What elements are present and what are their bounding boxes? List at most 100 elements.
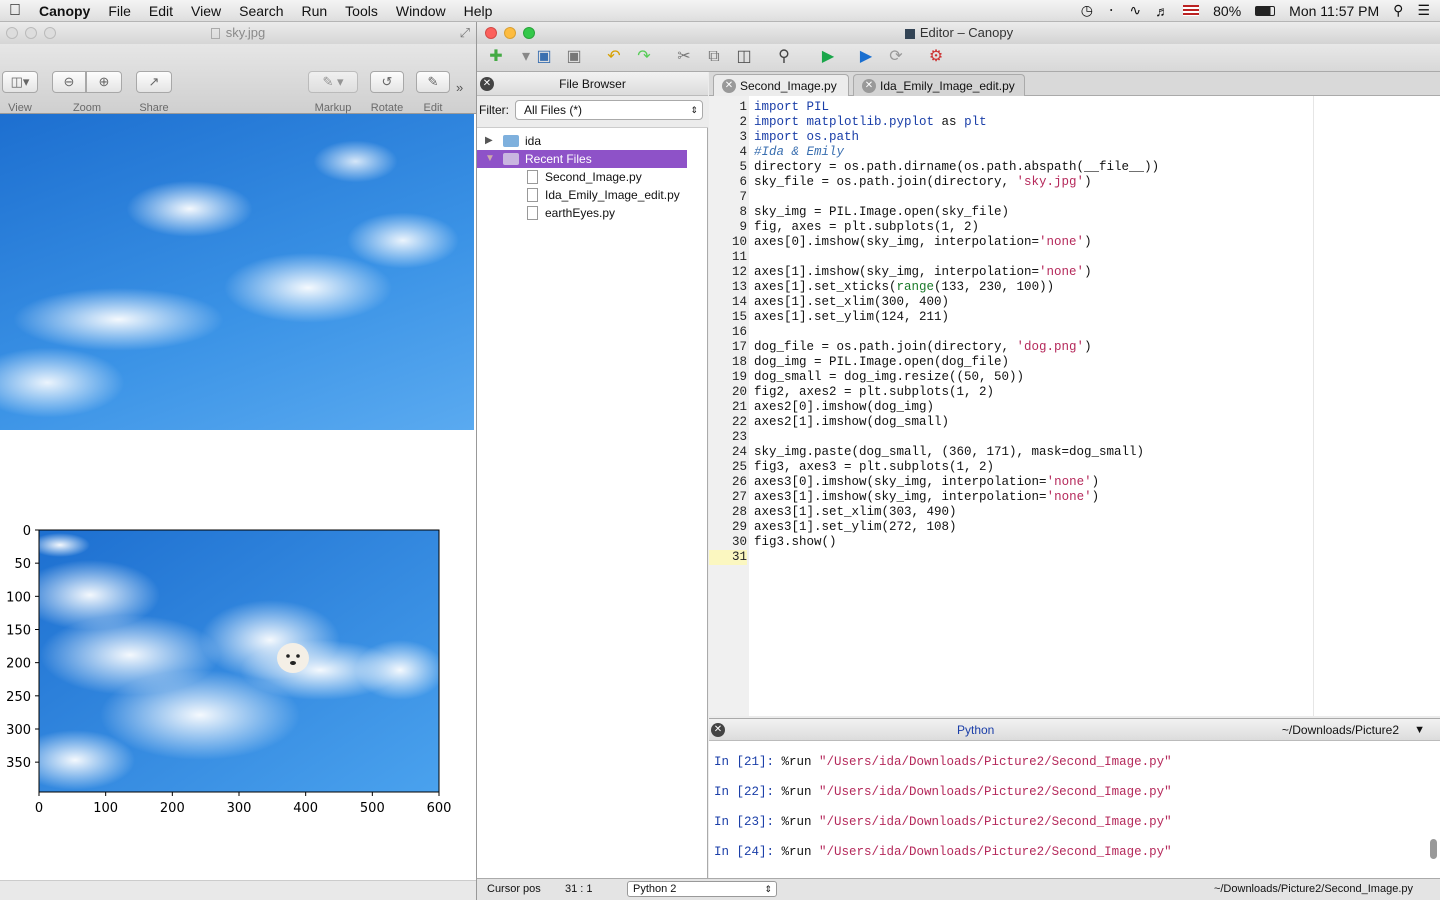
overflow-chevron-icon[interactable]: » — [456, 80, 463, 95]
menu-tools[interactable]: Tools — [336, 0, 387, 22]
tab-second-image[interactable]: ✕ Second_Image.py — [713, 74, 849, 96]
close-button[interactable] — [6, 27, 18, 39]
bluetooth-icon[interactable]: ᛫ — [1107, 3, 1115, 19]
debug-icon[interactable]: ⟳ — [885, 46, 907, 68]
volume-icon[interactable]: ♬ — [1155, 3, 1169, 19]
code-line[interactable]: #Ida & Emily — [754, 145, 844, 160]
code-line[interactable]: import os.path — [754, 130, 859, 145]
menu-file[interactable]: File — [99, 0, 140, 22]
zoom-out-button[interactable]: ⊖ — [52, 71, 86, 93]
console-line[interactable]: In [24]: %run "/Users/ida/Downloads/Pict… — [714, 845, 1172, 859]
paste-icon[interactable]: ◫ — [733, 46, 755, 68]
battery-percent[interactable]: 80% — [1213, 3, 1241, 19]
run-selection-icon[interactable]: ▶ — [855, 46, 877, 68]
share-button[interactable]: ↗ — [136, 71, 172, 93]
package-manager-icon[interactable]: ⚙ — [925, 46, 947, 68]
flag-icon[interactable] — [1183, 5, 1200, 16]
code-line[interactable]: axes[1].set_xlim(300, 400) — [754, 295, 949, 310]
code-line[interactable]: sky_img.paste(dog_small, (360, 171), mas… — [754, 445, 1144, 460]
tree-folder-ida[interactable]: ▶ ida — [477, 132, 708, 150]
tree-file[interactable]: earthEyes.py — [477, 204, 708, 222]
code-line[interactable]: dog_file = os.path.join(directory, 'dog.… — [754, 340, 1092, 355]
notification-center-icon[interactable]: ☰ — [1417, 2, 1430, 19]
battery-icon[interactable] — [1255, 5, 1276, 16]
code-line[interactable]: axes[1].imshow(sky_img, interpolation='n… — [754, 265, 1092, 280]
menu-view[interactable]: View — [182, 0, 230, 22]
code-line[interactable]: directory = os.path.dirname(os.path.absp… — [754, 160, 1159, 175]
markup-button[interactable]: ✎ ▾ — [308, 71, 358, 93]
code-line[interactable]: axes[0].imshow(sky_img, interpolation='n… — [754, 235, 1092, 250]
clock[interactable]: Mon 11:57 PM — [1289, 3, 1379, 19]
code-line[interactable]: import PIL — [754, 100, 829, 115]
save-icon[interactable]: ▣ — [533, 46, 555, 68]
filter-select[interactable]: All Files (*) ⇕ — [515, 100, 703, 120]
menu-run[interactable]: Run — [292, 0, 336, 22]
zoom-button[interactable] — [44, 27, 56, 39]
code-line[interactable]: axes2[0].imshow(dog_img) — [754, 400, 934, 415]
new-file-icon[interactable]: ✚ — [485, 46, 507, 68]
preview-titlebar: sky.jpg ⤢ — [0, 22, 476, 44]
find-icon[interactable]: ⚲ — [773, 46, 795, 68]
view-button[interactable]: ◫▾ — [2, 71, 38, 93]
code-line[interactable]: fig, axes = plt.subplots(1, 2) — [754, 220, 979, 235]
code-line[interactable]: dog_img = PIL.Image.open(dog_file) — [754, 355, 1009, 370]
code-line[interactable]: axes3[1].set_ylim(272, 108) — [754, 520, 957, 535]
tree-recent-files[interactable]: ▼ Recent Files — [477, 150, 687, 168]
disclosure-triangle-icon[interactable]: ▶ — [485, 132, 493, 150]
menu-window[interactable]: Window — [387, 0, 455, 22]
run-icon[interactable]: ▶ — [817, 46, 839, 68]
zoom-in-button[interactable]: ⊕ — [86, 71, 122, 93]
code-line[interactable]: axes3[0].imshow(sky_img, interpolation='… — [754, 475, 1099, 490]
interpreter-select[interactable]: Python 2 ⇕ — [627, 881, 777, 897]
close-panel-icon[interactable]: ✕ — [480, 77, 494, 91]
console-scrollbar[interactable] — [1430, 839, 1437, 859]
redo-icon[interactable]: ↷ — [633, 46, 655, 68]
x-tick-label: 200 — [160, 801, 185, 816]
console-line[interactable]: In [22]: %run "/Users/ida/Downloads/Pict… — [714, 785, 1172, 799]
chevron-down-icon[interactable]: ▼ — [1414, 719, 1425, 741]
menu-help[interactable]: Help — [455, 0, 502, 22]
code-line[interactable]: dog_small = dog_img.resize((50, 50)) — [754, 370, 1024, 385]
code-line[interactable]: axes[1].set_ylim(124, 211) — [754, 310, 949, 325]
menu-search[interactable]: Search — [230, 0, 292, 22]
rotate-button[interactable]: ↺ — [370, 71, 404, 93]
code-line[interactable]: axes[1].set_xticks(range(133, 230, 100)) — [754, 280, 1054, 295]
code-line[interactable]: axes3[1].set_xlim(303, 490) — [754, 505, 957, 520]
tab-ida-emily[interactable]: ✕ Ida_Emily_Image_edit.py — [853, 74, 1025, 96]
apple-menu-icon[interactable]:  — [0, 0, 30, 22]
close-tab-icon[interactable]: ✕ — [862, 79, 876, 93]
time-machine-icon[interactable]: ◷ — [1081, 2, 1093, 19]
tree-file[interactable]: Second_Image.py — [477, 168, 708, 186]
code-line[interactable]: fig3, axes3 = plt.subplots(1, 2) — [754, 460, 994, 475]
tree-file[interactable]: Ida_Emily_Image_edit.py — [477, 186, 708, 204]
close-panel-icon[interactable]: ✕ — [711, 723, 725, 737]
console-line[interactable]: In [21]: %run "/Users/ida/Downloads/Pict… — [714, 755, 1172, 769]
menu-edit[interactable]: Edit — [140, 0, 182, 22]
wifi-icon[interactable]: ∿ — [1129, 2, 1141, 19]
cut-icon[interactable]: ✂ — [673, 46, 695, 68]
code-line[interactable]: fig2, axes2 = plt.subplots(1, 2) — [754, 385, 994, 400]
code-line[interactable]: axes2[1].imshow(dog_small) — [754, 415, 949, 430]
edit-button[interactable]: ✎ — [416, 71, 450, 93]
close-button[interactable] — [485, 27, 497, 39]
fullscreen-icon[interactable]: ⤢ — [460, 22, 470, 44]
copy-icon[interactable]: ⧉ — [703, 46, 725, 68]
line-number: 30 — [731, 535, 747, 549]
save-all-icon[interactable]: ▣ — [563, 46, 585, 68]
code-editor[interactable]: 1 2 3 4 5 6 7 8 9 10 11 12 13 14 15 16 17 18 19 20 21 22 23 24 2… — [709, 96, 1440, 716]
close-tab-icon[interactable]: ✕ — [722, 79, 736, 93]
minimize-button[interactable] — [25, 27, 37, 39]
zoom-button[interactable] — [523, 27, 535, 39]
code-line[interactable]: axes3[1].imshow(sky_img, interpolation='… — [754, 490, 1099, 505]
app-menu[interactable]: Canopy — [30, 0, 99, 22]
code-line[interactable]: sky_img = PIL.Image.open(sky_file) — [754, 205, 1009, 220]
console-line[interactable]: In [23]: %run "/Users/ida/Downloads/Pict… — [714, 815, 1172, 829]
spotlight-icon[interactable]: ⚲ — [1393, 2, 1403, 19]
code-line[interactable]: fig3.show() — [754, 535, 837, 550]
code-line[interactable]: import matplotlib.pyplot as plt — [754, 115, 987, 130]
working-directory[interactable]: ~/Downloads/Picture2 — [1282, 719, 1399, 741]
code-line[interactable]: sky_file = os.path.join(directory, 'sky.… — [754, 175, 1092, 190]
undo-icon[interactable]: ↶ — [603, 46, 625, 68]
disclosure-open-icon[interactable]: ▼ — [485, 150, 495, 168]
minimize-button[interactable] — [504, 27, 516, 39]
